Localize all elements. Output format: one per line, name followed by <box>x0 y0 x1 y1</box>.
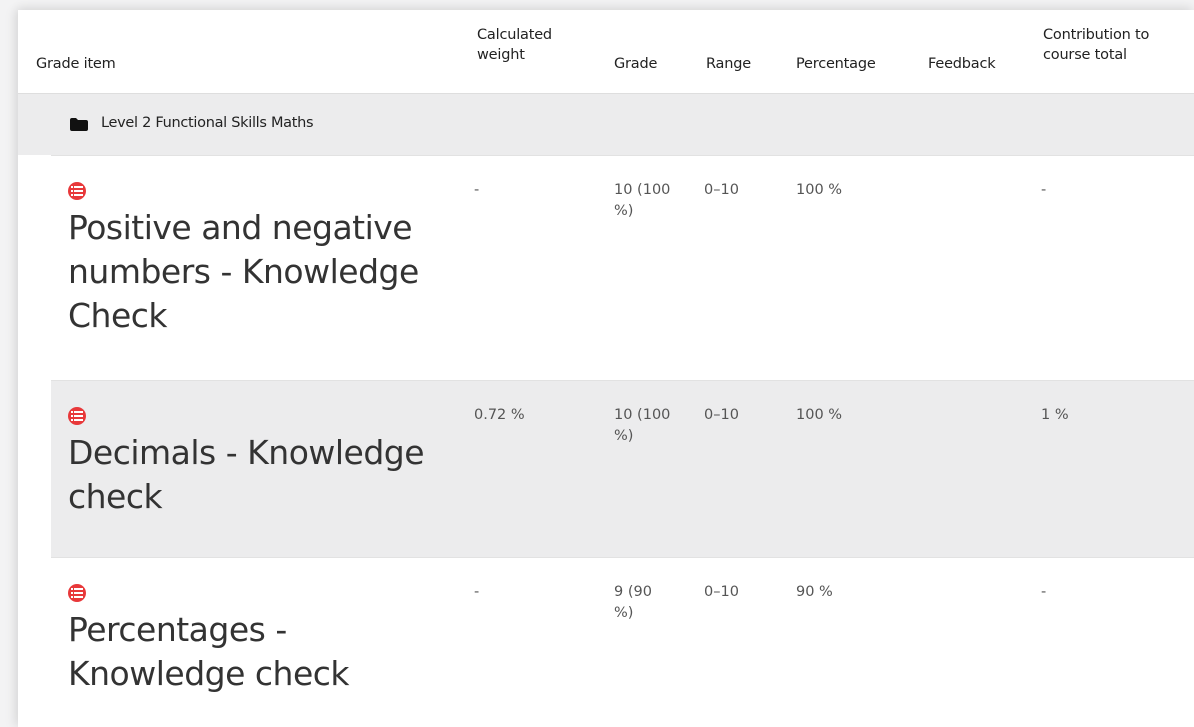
quiz-icon <box>68 584 86 602</box>
calculated-weight-cell: - <box>474 584 480 600</box>
grade-item-link[interactable]: Percentages - Knowledge check <box>68 608 468 696</box>
calculated-weight-cell: - <box>474 182 480 198</box>
grade-item-link[interactable]: Decimals - Knowledge check <box>68 431 468 519</box>
table-row: Positive and negative numbers - Knowledg… <box>51 155 1194 380</box>
quiz-icon <box>68 182 86 200</box>
table-row: Decimals - Knowledge check 0.72 % 10 (10… <box>51 380 1194 557</box>
header-feedback[interactable]: Feedback <box>928 54 996 74</box>
quiz-icon <box>68 407 86 425</box>
grade-item-link[interactable]: Positive and negative numbers - Knowledg… <box>68 206 468 338</box>
header-calculated-weight[interactable]: Calculated weight <box>477 25 567 65</box>
folder-icon <box>70 118 88 131</box>
percentage-cell: 90 % <box>796 584 833 600</box>
contribution-cell: 1 % <box>1041 407 1069 423</box>
category-row: Level 2 Functional Skills Maths <box>18 94 1194 155</box>
table-row: Percentages - Knowledge check - 9 (90 %)… <box>51 557 1194 727</box>
header-grade-item[interactable]: Grade item <box>36 54 116 74</box>
contribution-cell: - <box>1041 182 1047 198</box>
contribution-cell: - <box>1041 584 1047 600</box>
grade-cell: 9 (90 %) <box>614 584 652 621</box>
table-header: Grade item Calculated weight Grade Range… <box>18 10 1194 94</box>
range-cell: 0–10 <box>704 407 739 423</box>
category-name: Level 2 Functional Skills Maths <box>101 115 314 131</box>
range-cell: 0–10 <box>704 182 739 198</box>
percentage-cell: 100 % <box>796 182 843 198</box>
header-grade[interactable]: Grade <box>614 54 657 74</box>
grade-cell: 10 (100 %) <box>614 407 671 444</box>
range-cell: 0–10 <box>704 584 739 600</box>
calculated-weight-cell: 0.72 % <box>474 407 525 423</box>
grade-cell: 10 (100 %) <box>614 182 671 219</box>
percentage-cell: 100 % <box>796 407 843 423</box>
header-range[interactable]: Range <box>706 54 751 74</box>
header-percentage[interactable]: Percentage <box>796 54 876 74</box>
header-contribution[interactable]: Contribution to course total <box>1043 25 1178 65</box>
grade-report-table: Grade item Calculated weight Grade Range… <box>18 10 1194 727</box>
